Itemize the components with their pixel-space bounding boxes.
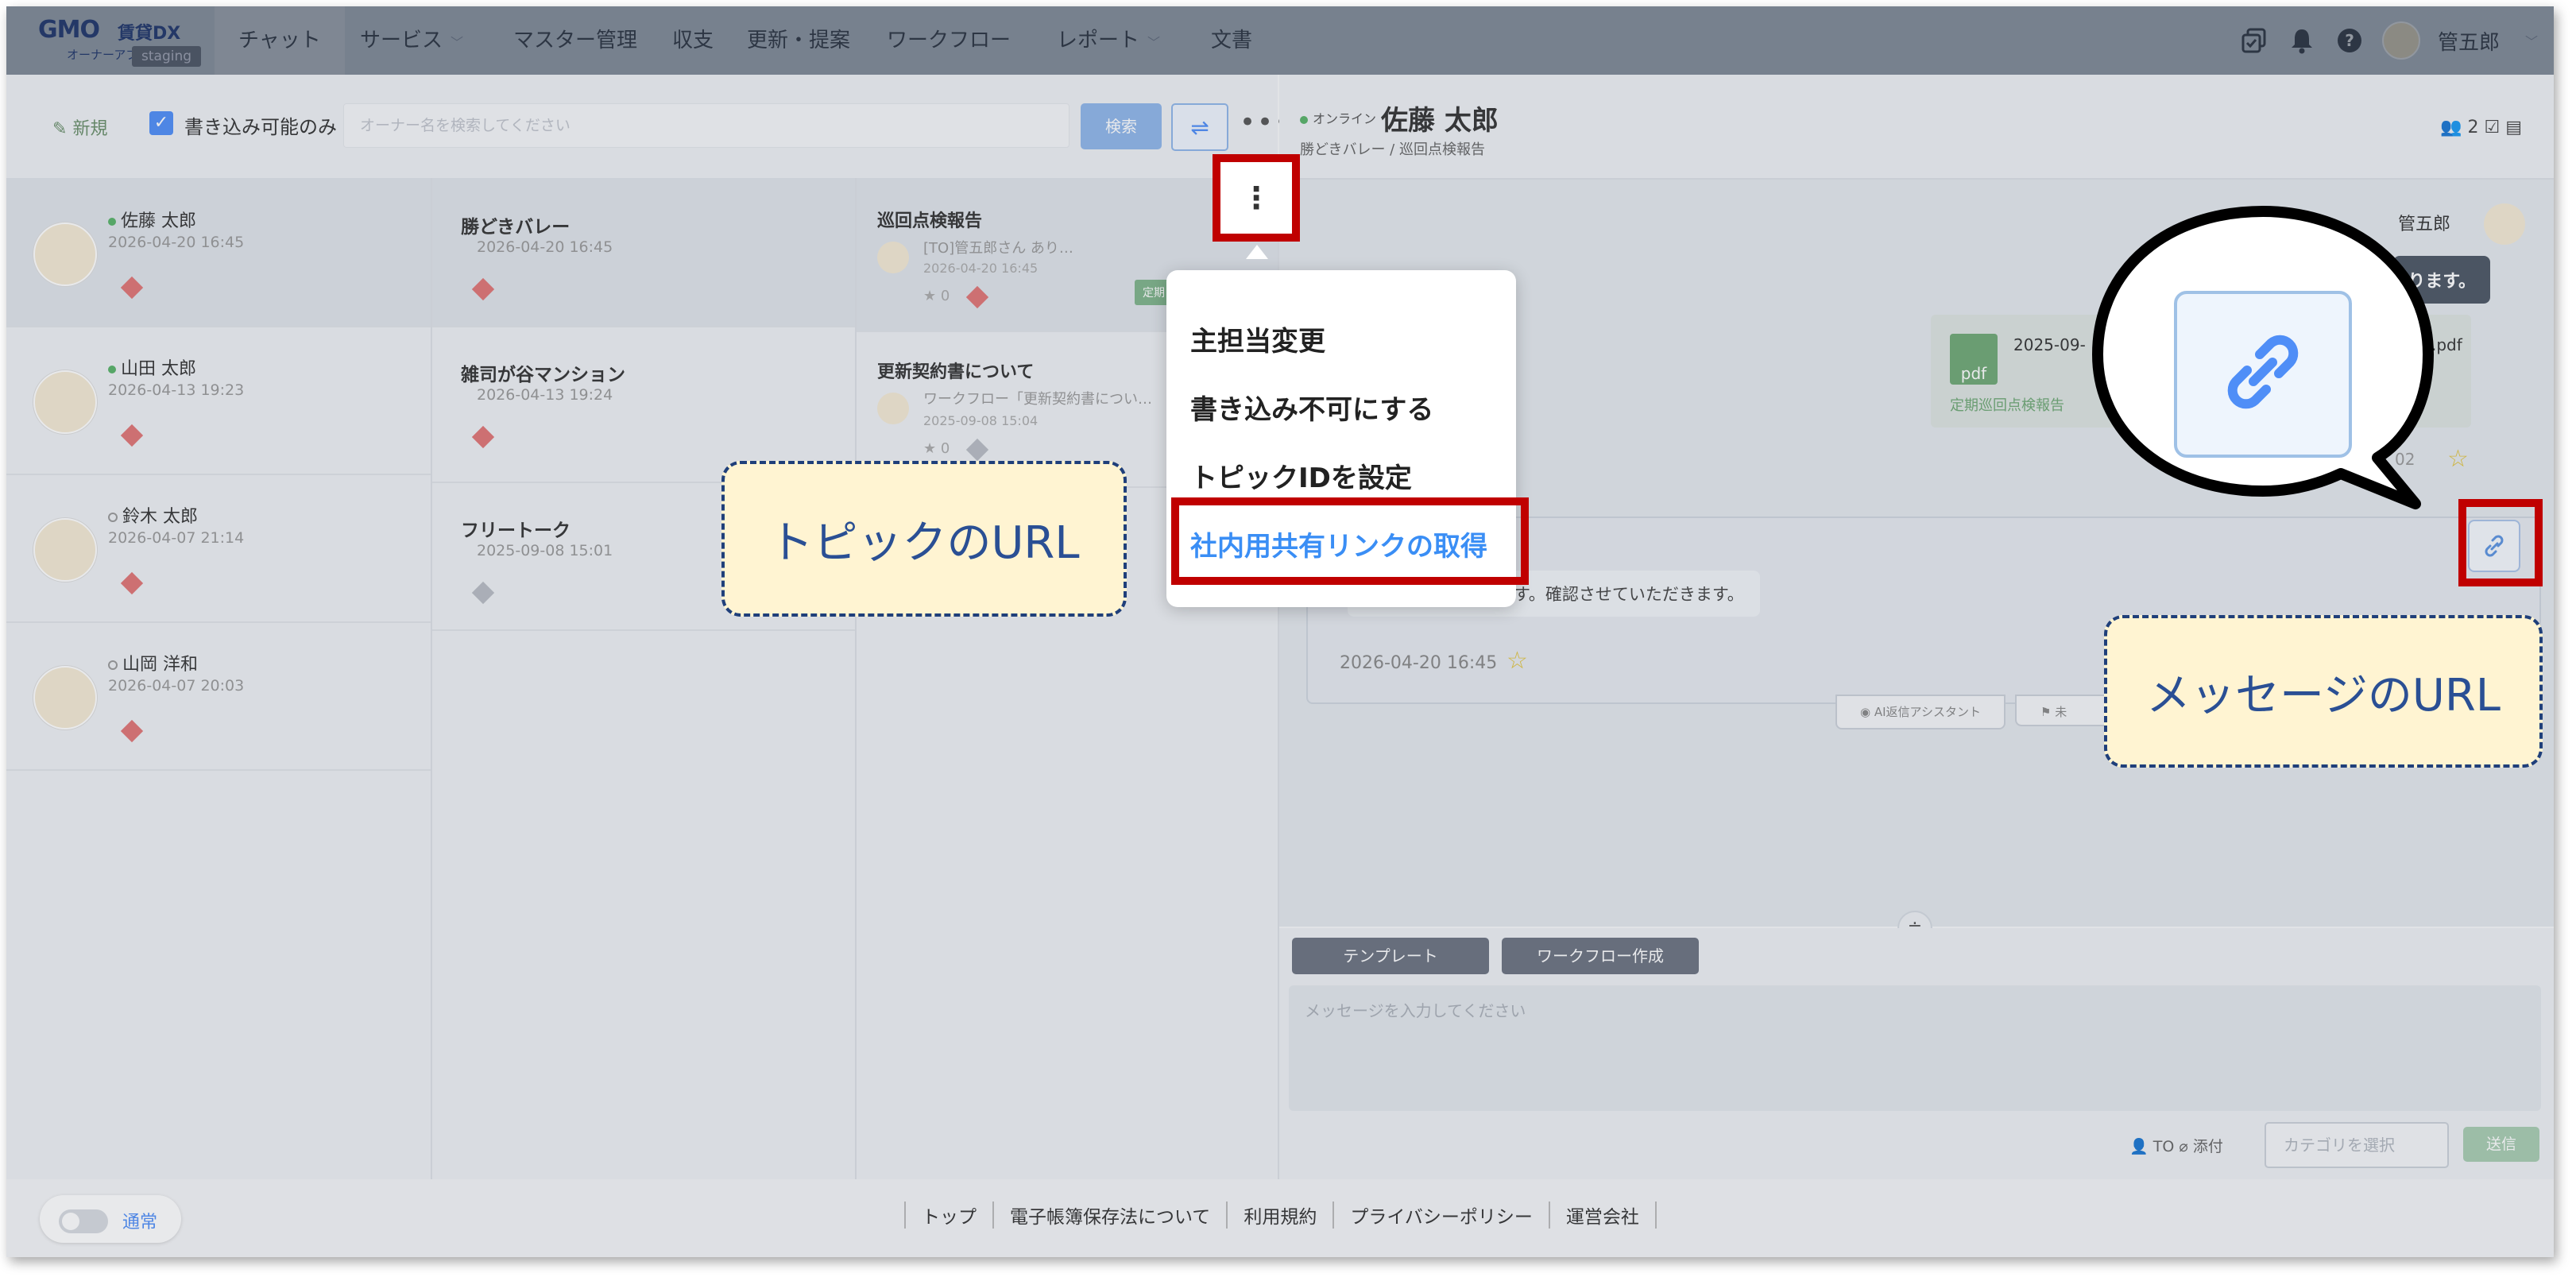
menu-item-change-owner[interactable]: 主担当変更 xyxy=(1190,319,1325,358)
menu-item-make-readonly[interactable]: 書き込み不可にする xyxy=(1190,388,1433,427)
menu-item-set-topic-id[interactable]: トピックIDを設定 xyxy=(1190,456,1412,495)
topic-menu-highlight: ⋮ xyxy=(1213,154,1300,242)
kebab-menu-icon[interactable]: ⋮ xyxy=(1220,162,1292,234)
topic-url-callout: トピックのURL xyxy=(721,461,1127,617)
magnifier-bubble xyxy=(2092,206,2434,509)
share-link-highlight xyxy=(1171,497,1529,585)
app-screenshot: GMO 賃貸DX オーナーアプリ staging チャット サービス ﹀ マスター… xyxy=(6,6,2554,1257)
message-url-callout: メッセージのURL xyxy=(2104,615,2543,768)
menu-pointer xyxy=(1246,245,1268,259)
message-link-highlight xyxy=(2458,499,2543,586)
nav-overlay-dim xyxy=(6,6,2554,75)
